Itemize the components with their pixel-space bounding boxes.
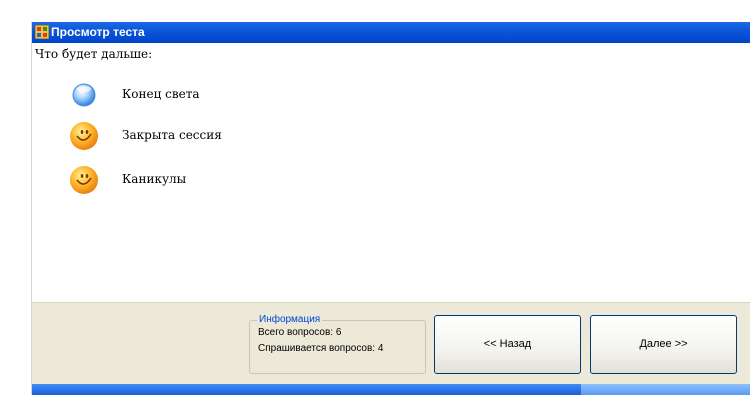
window-title: Просмотр теста [51,25,145,39]
asked-questions-text: Спрашивается вопросов: 4 [258,343,384,354]
test-preview-window: Просмотр теста Что будет дальше: Конец с… [31,22,750,395]
next-button[interactable]: Далее >> [590,315,737,374]
window-bottom-highlight [581,384,750,395]
smiley-face-icon [70,122,98,150]
total-questions-text: Всего вопросов: 6 [258,327,342,338]
answer-option-label: Конец света [122,87,200,101]
title-bar: Просмотр теста [32,22,750,43]
answer-option-3[interactable]: Каникулы [68,164,368,196]
answer-option-label: Закрыта сессия [122,128,222,142]
window-app-icon [35,25,49,39]
info-groupbox-title: Информация [257,314,323,325]
window-bottom-border [32,384,750,395]
back-button[interactable]: << Назад [434,315,581,374]
answer-option-2[interactable]: Закрыта сессия [68,120,368,152]
answer-option-label: Каникулы [122,172,187,186]
info-groupbox: Информация Всего вопросов: 6 Спрашиваетс… [249,314,426,374]
question-text: Что будет дальше: [35,47,153,61]
blue-sphere-icon [72,83,96,107]
answer-option-1[interactable]: Конец света [68,79,368,111]
navigation-panel: Информация Всего вопросов: 6 Спрашиваетс… [32,302,750,385]
smiley-face-icon [70,166,98,194]
